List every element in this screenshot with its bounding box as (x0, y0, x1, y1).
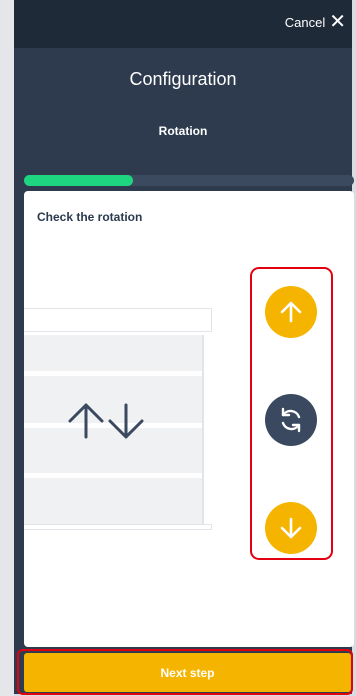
up-down-arrows-icon (68, 403, 144, 439)
progress-fill (24, 175, 133, 186)
arrow-up-icon (280, 301, 302, 323)
blind-slat (24, 371, 202, 376)
rotate-button[interactable] (265, 394, 317, 446)
content-card: Check the rotation (24, 191, 354, 647)
arrow-down-icon (280, 517, 302, 539)
down-button[interactable] (265, 502, 317, 554)
blind-top-rail (24, 308, 212, 332)
cancel-button[interactable]: Cancel ✕ (284, 12, 346, 32)
card-heading: Check the rotation (37, 210, 143, 224)
close-icon[interactable]: ✕ (329, 12, 346, 32)
window-edge (0, 0, 14, 696)
rotate-icon (281, 407, 301, 433)
progress-bar (24, 175, 354, 186)
next-step-button[interactable]: Next step (24, 653, 351, 692)
step-title: Rotation (158, 124, 208, 138)
cancel-label: Cancel (284, 14, 326, 30)
blind-slat (24, 473, 202, 478)
up-button[interactable] (265, 286, 317, 338)
blind-bottom-rail (24, 524, 212, 530)
page-title: Configuration (129, 69, 237, 89)
